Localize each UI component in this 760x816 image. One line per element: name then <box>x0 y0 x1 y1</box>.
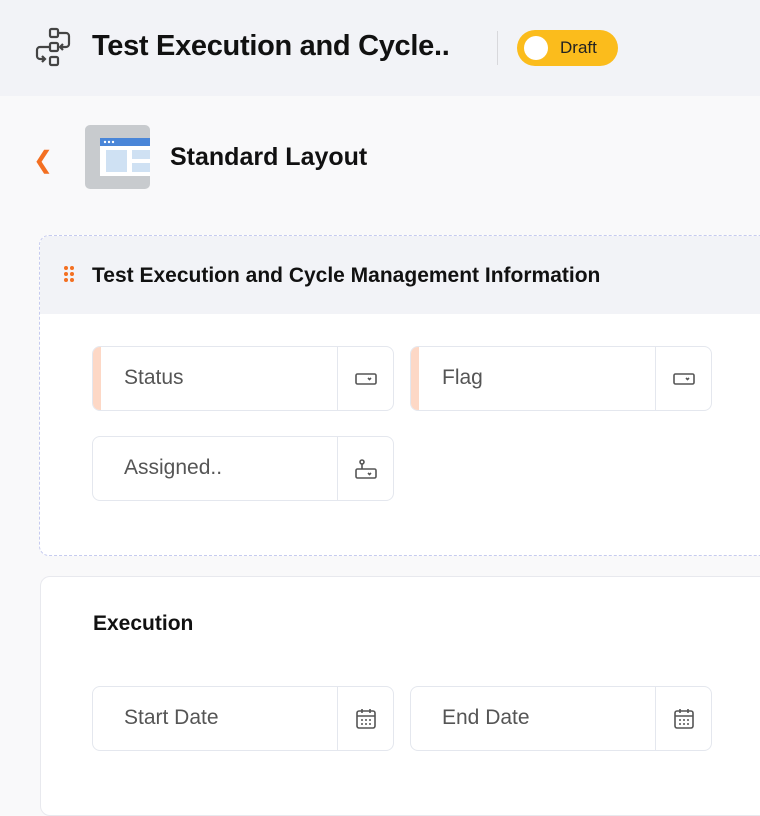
user-lookup-icon <box>337 437 393 500</box>
field-label: End Date <box>442 706 530 729</box>
calendar-icon <box>655 687 711 750</box>
divider <box>497 31 498 65</box>
field-label: Start Date <box>124 706 219 729</box>
layout-icon <box>85 125 150 189</box>
field-start-date[interactable]: Start Date <box>92 686 394 751</box>
field-flag[interactable]: Flag <box>410 346 712 411</box>
layout-name: Standard Layout <box>170 143 368 171</box>
section-title: Execution <box>93 612 194 635</box>
field-end-date[interactable]: End Date <box>410 686 712 751</box>
field-assigned[interactable]: Assigned.. <box>92 436 394 501</box>
draft-toggle[interactable]: Draft <box>517 30 618 66</box>
blueprint-icon <box>35 27 71 67</box>
drag-handle-icon[interactable] <box>64 266 74 282</box>
toggle-knob <box>524 36 548 60</box>
section-title: Test Execution and Cycle Management Info… <box>92 264 601 287</box>
field-label: Assigned.. <box>124 456 223 479</box>
field-label: Status <box>124 366 184 389</box>
top-bar: Test Execution and Cycle.. Draft <box>0 0 760 96</box>
section-header: Test Execution and Cycle Management Info… <box>40 236 760 314</box>
field-label: Flag <box>442 366 483 389</box>
calendar-icon <box>337 687 393 750</box>
chevron-left-icon[interactable]: ❮ <box>33 146 53 175</box>
status-badge: Draft <box>560 38 597 57</box>
picklist-icon <box>337 347 393 410</box>
page-title: Test Execution and Cycle.. <box>92 30 450 62</box>
picklist-icon <box>655 347 711 410</box>
field-status[interactable]: Status <box>92 346 394 411</box>
